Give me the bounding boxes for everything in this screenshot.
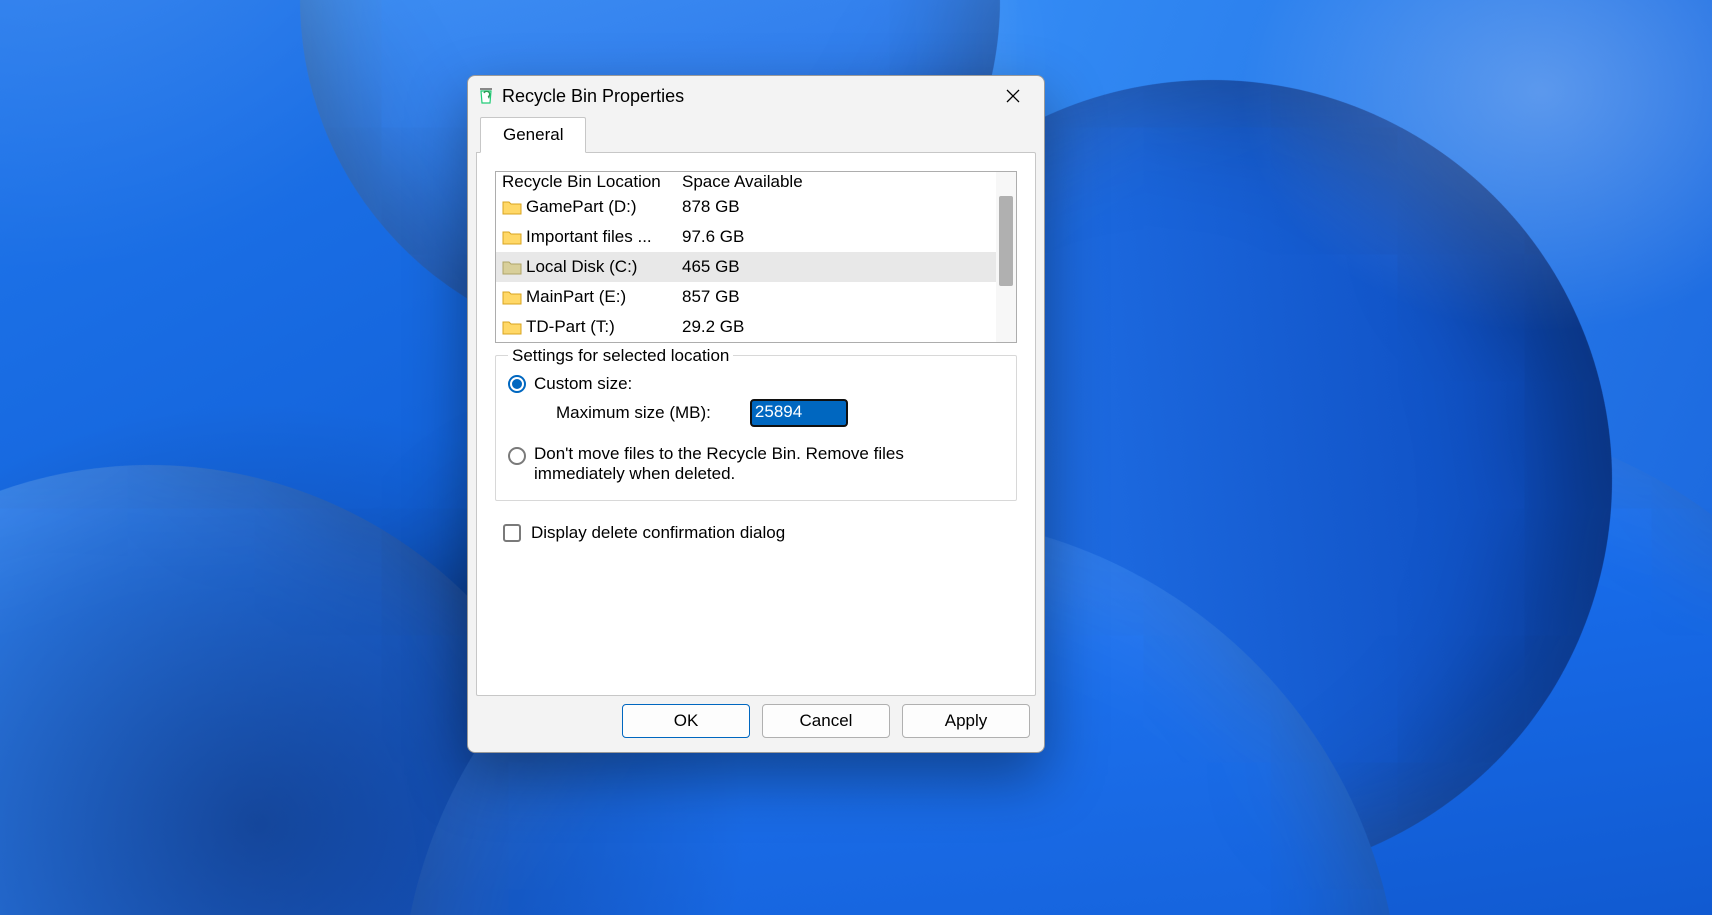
header-space: Space Available	[682, 172, 996, 192]
dont-move-label: Don't move files to the Recycle Bin. Rem…	[534, 444, 934, 484]
location-row[interactable]: Important files ... 97.6 GB	[496, 222, 996, 252]
cancel-label: Cancel	[800, 711, 853, 731]
space-available-cell: 29.2 GB	[682, 317, 996, 337]
confirm-row[interactable]: Display delete confirmation dialog	[503, 523, 1017, 543]
location-cell: MainPart (E:)	[502, 287, 682, 307]
ok-button[interactable]: OK	[622, 704, 750, 738]
space-available-cell: 878 GB	[682, 197, 996, 217]
dialog-buttons: OK Cancel Apply	[468, 704, 1044, 752]
locations-grid: Recycle Bin Location Space Available Gam…	[496, 172, 996, 342]
location-row[interactable]: TD-Part (T:) 29.2 GB	[496, 312, 996, 342]
option-custom-size[interactable]: Custom size:	[508, 374, 1004, 394]
locations-header[interactable]: Recycle Bin Location Space Available	[496, 172, 996, 192]
location-cell: GamePart (D:)	[502, 197, 682, 217]
desktop-wallpaper: Recycle Bin Properties General Recycle B…	[0, 0, 1712, 915]
radio-dont-move[interactable]	[508, 447, 526, 465]
cancel-button[interactable]: Cancel	[762, 704, 890, 738]
location-name: Local Disk (C:)	[526, 257, 637, 277]
scrollbar[interactable]	[996, 172, 1016, 342]
close-icon	[1006, 89, 1020, 103]
location-row[interactable]: GamePart (D:) 878 GB	[496, 192, 996, 222]
settings-group-label: Settings for selected location	[508, 346, 733, 366]
location-name: TD-Part (T:)	[526, 317, 615, 337]
titlebar[interactable]: Recycle Bin Properties	[468, 76, 1044, 116]
maximum-size-label: Maximum size (MB):	[556, 403, 711, 423]
scrollbar-thumb[interactable]	[999, 196, 1013, 286]
space-available-cell: 97.6 GB	[682, 227, 996, 247]
confirm-label: Display delete confirmation dialog	[531, 523, 785, 543]
location-name: MainPart (E:)	[526, 287, 626, 307]
location-cell: Local Disk (C:)	[502, 257, 682, 277]
location-cell: TD-Part (T:)	[502, 317, 682, 337]
apply-label: Apply	[945, 711, 988, 731]
header-location: Recycle Bin Location	[502, 172, 682, 192]
location-cell: Important files ...	[502, 227, 682, 247]
tab-strip: General	[468, 116, 1044, 152]
recycle-bin-icon	[476, 86, 496, 106]
radio-custom-size[interactable]	[508, 375, 526, 393]
folder-icon	[502, 199, 522, 215]
tab-label: General	[503, 125, 563, 144]
tab-panel-general: Recycle Bin Location Space Available Gam…	[476, 152, 1036, 696]
close-button[interactable]	[990, 80, 1036, 112]
apply-button[interactable]: Apply	[902, 704, 1030, 738]
location-row[interactable]: Local Disk (C:) 465 GB	[496, 252, 996, 282]
window-title: Recycle Bin Properties	[502, 86, 684, 107]
folder-icon	[502, 319, 522, 335]
custom-size-label: Custom size:	[534, 374, 632, 394]
folder-icon	[502, 289, 522, 305]
maximum-size-input[interactable]	[751, 400, 847, 426]
maximum-size-row: Maximum size (MB):	[556, 400, 1004, 426]
space-available-cell: 465 GB	[682, 257, 996, 277]
confirm-checkbox[interactable]	[503, 524, 521, 542]
folder-icon	[502, 259, 522, 275]
tab-general[interactable]: General	[480, 117, 586, 153]
space-available-cell: 857 GB	[682, 287, 996, 307]
location-name: Important files ...	[526, 227, 652, 247]
folder-icon	[502, 229, 522, 245]
location-name: GamePart (D:)	[526, 197, 637, 217]
locations-listbox: Recycle Bin Location Space Available Gam…	[495, 171, 1017, 343]
properties-dialog: Recycle Bin Properties General Recycle B…	[467, 75, 1045, 753]
location-row[interactable]: MainPart (E:) 857 GB	[496, 282, 996, 312]
ok-label: OK	[674, 711, 699, 731]
option-dont-move[interactable]: Don't move files to the Recycle Bin. Rem…	[508, 444, 1004, 484]
settings-group: Settings for selected location Custom si…	[495, 355, 1017, 501]
